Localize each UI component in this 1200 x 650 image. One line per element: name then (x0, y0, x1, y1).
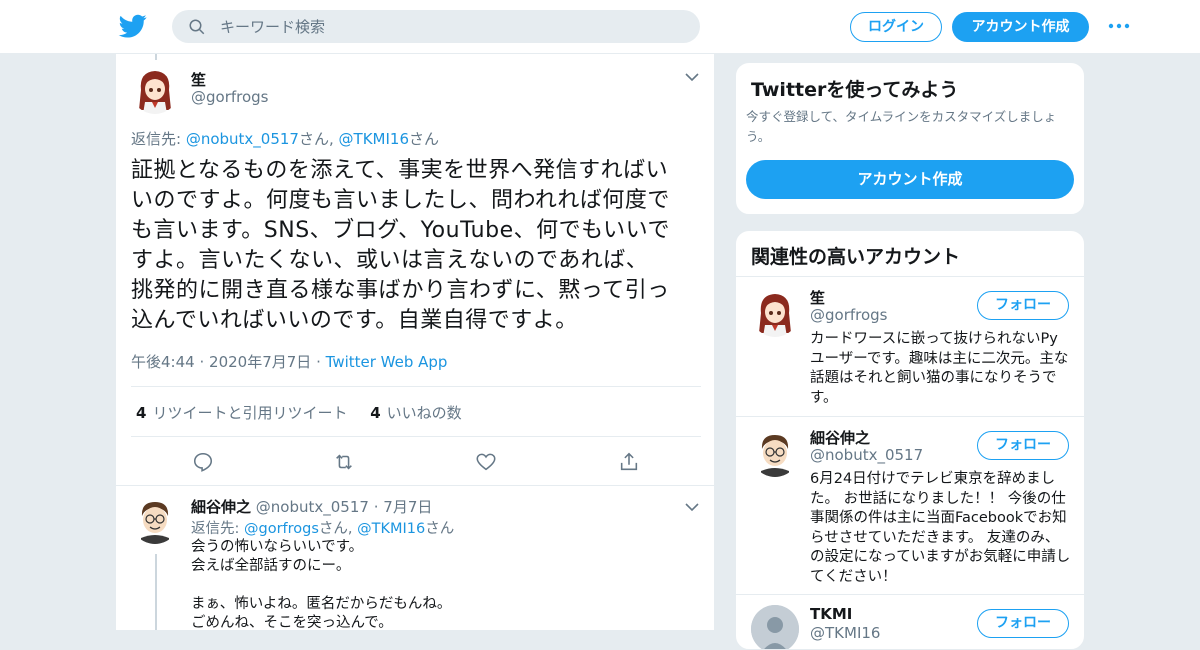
chevron-down-icon[interactable] (685, 502, 699, 512)
search-icon (189, 19, 205, 35)
account-item[interactable]: 笙 @gorfrogs フォロー カードワースに嵌って抜けられないPyユーザーで… (736, 276, 1084, 416)
mention-link[interactable]: @nobutx_0517 (186, 130, 299, 148)
account-handle[interactable]: @nobutx_0517 (810, 446, 923, 464)
tweet-text-line: すよ。言いたくない、或いは言えないのであれば、 (131, 248, 649, 273)
signup-button[interactable]: アカウント作成 (952, 12, 1089, 42)
mention-link[interactable]: @TKMI16 (357, 521, 425, 537)
retweet-label: リツイートと引用リツイート (152, 404, 348, 422)
tweet-text-line: 証拠となるものを添えて、事実を世界へ発信すればい (131, 158, 669, 183)
tweet-stats: 4 リツイートと引用リツイート 4 いいねの数 (136, 402, 462, 423)
thread-connector (155, 554, 157, 630)
anime-girl-avatar-icon (131, 66, 179, 114)
search-input[interactable] (220, 10, 680, 43)
signup-card: Twitterを使ってみよう 今すぐ登録して、タイムラインをカスタマイズしましょ… (735, 62, 1085, 215)
account-item[interactable]: 細谷伸之 @nobutx_0517 フォロー 6月24日付けでテレビ東京を辞めま… (736, 416, 1084, 594)
tweet-text-line: 挑発的に開き直る様な事ばかり言わずに、黙って引っ (131, 278, 670, 303)
reply-mid: さん, (298, 130, 339, 148)
top-bar: ログイン アカウント作成 (0, 0, 1200, 54)
tweet-time[interactable]: 午後4:44 (131, 353, 195, 371)
avatar[interactable] (131, 66, 179, 114)
tweet-date[interactable]: 7月7日 (383, 498, 432, 516)
related-accounts-card: 関連性の高いアカウント 笙 @gorfrogs フォロー カードワースに嵌って抜… (735, 230, 1085, 650)
account-item[interactable]: TKMI @TKMI16 フォロー (736, 594, 1084, 649)
default-profile-icon (751, 605, 799, 649)
share-icon[interactable] (618, 451, 640, 473)
divider (131, 436, 701, 437)
login-button[interactable]: ログイン (850, 12, 942, 42)
signup-card-button[interactable]: アカウント作成 (746, 160, 1074, 199)
divider (116, 485, 714, 486)
heart-icon[interactable] (475, 451, 497, 473)
reply-prefix: 返信先: (191, 521, 244, 537)
follow-button[interactable]: フォロー (977, 431, 1069, 460)
anime-girl-avatar-icon (751, 289, 799, 337)
twitter-bird-icon[interactable] (118, 12, 148, 40)
account-handle[interactable]: @TKMI16 (810, 624, 880, 642)
reply-to-line: 返信先: @gorfrogsさん, @TKMI16さん (191, 517, 454, 538)
separator-dot: · (199, 353, 205, 371)
reply-suffix: さん (425, 521, 455, 537)
chevron-down-icon[interactable] (685, 72, 699, 82)
avatar[interactable] (131, 496, 179, 544)
account-bio: カードワースに嵌って抜けられないPyユーザーです。趣味は主に二次元。主な話題はそ… (810, 331, 1069, 406)
signup-card-subtitle: 今すぐ登録して、タイムラインをカスタマイズしましょう。 (746, 109, 1057, 144)
reply-prefix: 返信先: (131, 130, 186, 148)
reply-suffix: さん (408, 130, 439, 148)
author-handle[interactable]: @nobutx_0517 (256, 498, 369, 516)
retweet-stat[interactable]: 4 リツイートと引用リツイート (136, 404, 347, 422)
account-bio: 6月24日付けでテレビ東京を辞めました。 お世話になりました！！ 今後の仕事関係… (810, 471, 1071, 585)
like-count: 4 (370, 404, 381, 422)
tweet-text-line: 込んでいればいいのです。自業自得ですよ。 (131, 308, 578, 333)
thread-connector (155, 54, 157, 60)
signup-card-title: Twitterを使ってみよう (751, 79, 959, 101)
avatar[interactable] (751, 289, 799, 337)
tweet-date[interactable]: 2020年7月7日 (209, 353, 311, 371)
tweet-text-line: いのですよ。何度も言いましたし、問われれば何度で (131, 188, 670, 213)
separator-dot: · (316, 353, 321, 371)
avatar[interactable] (751, 605, 799, 649)
related-accounts-title: 関連性の高いアカウント (751, 246, 961, 268)
follow-button[interactable]: フォロー (977, 609, 1069, 638)
account-name[interactable]: 細谷伸之 (810, 427, 870, 448)
retweet-count: 4 (136, 404, 147, 422)
account-name[interactable]: 笙 (810, 287, 825, 308)
follow-button[interactable]: フォロー (977, 291, 1069, 320)
reply-text: 会うの怖いならいいです。 会えば全部話すのにー。 まぁ、怖いよね。匿名だからだも… (191, 539, 452, 630)
author-name[interactable]: 笙 (191, 69, 206, 90)
reply-header: 細谷伸之 @nobutx_0517 · 7月7日 (191, 496, 432, 517)
account-handle[interactable]: @gorfrogs (810, 306, 888, 324)
tweet-text-line: も言います。SNS、ブログ、YouTube、何でもいいで (131, 218, 671, 243)
reply-mid: さん, (318, 521, 358, 537)
more-dots-icon[interactable] (1107, 16, 1131, 36)
retweet-icon[interactable] (333, 451, 355, 473)
avatar[interactable] (751, 429, 799, 477)
divider (131, 386, 701, 387)
tweet-column: 笙 @gorfrogs 返信先: @nobutx_0517さん, @TKMI16… (115, 54, 715, 630)
illustrated-man-avatar-icon (131, 496, 179, 544)
tweet-source-link[interactable]: Twitter Web App (326, 353, 448, 371)
tweet-text: 証拠となるものを添えて、事実を世界へ発信すればい いのですよ。何度も言いましたし… (131, 156, 703, 336)
author-name[interactable]: 細谷伸之 (191, 498, 251, 516)
separator-dot: · (373, 498, 379, 516)
tweet-metadata: 午後4:44 · 2020年7月7日 · Twitter Web App (131, 351, 447, 372)
reply-to-line: 返信先: @nobutx_0517さん, @TKMI16さん (131, 128, 439, 149)
like-stat[interactable]: 4 いいねの数 (370, 404, 461, 422)
like-label: いいねの数 (386, 404, 462, 422)
illustrated-man-avatar-icon (751, 429, 799, 477)
reply-icon[interactable] (192, 451, 214, 473)
search-bar[interactable] (172, 10, 700, 43)
mention-link[interactable]: @TKMI16 (339, 130, 409, 148)
account-name[interactable]: TKMI (810, 605, 852, 623)
author-handle[interactable]: @gorfrogs (191, 88, 269, 106)
mention-link[interactable]: @gorfrogs (244, 521, 319, 537)
